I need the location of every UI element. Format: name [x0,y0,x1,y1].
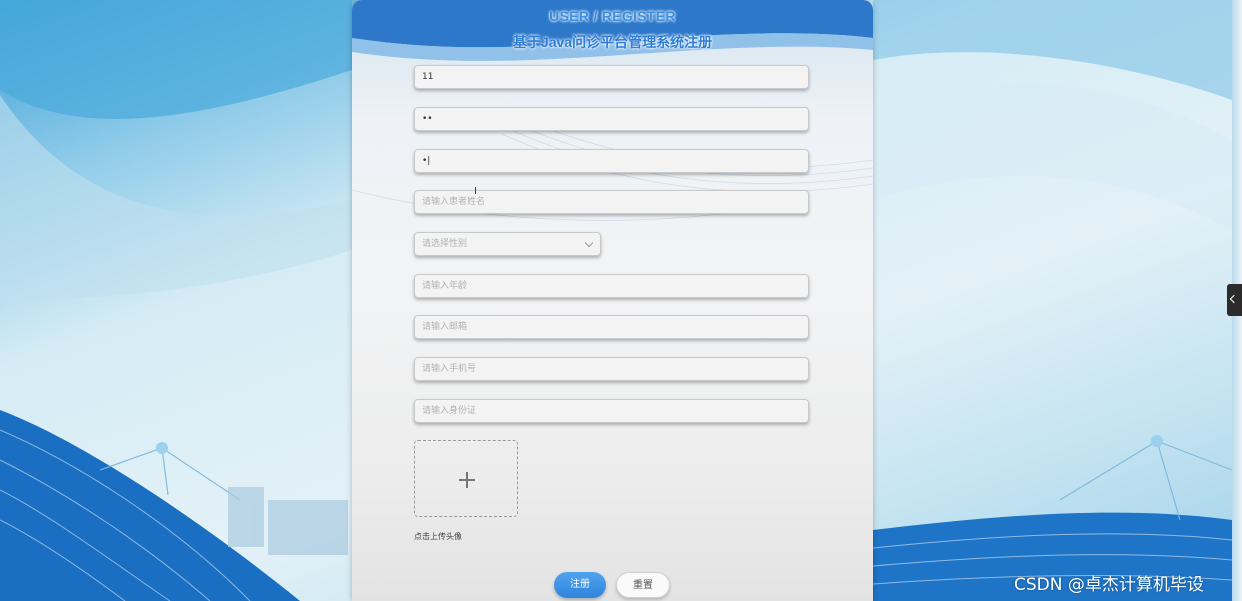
confirm-password-field[interactable]: •| [414,149,809,173]
side-collapse-tab[interactable] [1227,284,1242,316]
password-field[interactable]: •• [414,107,809,131]
gender-select[interactable]: 请选择性别 [414,232,601,256]
email-field[interactable]: 请输入邮箱 [414,315,809,339]
reset-button[interactable]: 重置 [616,572,670,598]
avatar-upload-hint: 点击上传头像 [414,532,462,541]
gender-select-placeholder: 请选择性别 [422,239,468,249]
register-panel: USER / REGISTER 基于Java问诊平台管理系统注册 11 •• •… [352,0,873,601]
id-card-field[interactable]: 请输入身份证 [414,399,809,423]
avatar-upload[interactable] [414,440,518,517]
register-button[interactable]: 注册 [554,572,606,598]
phone-field[interactable]: 请输入手机号 [414,357,809,381]
plus-icon-vertical [466,472,468,488]
watermark: CSDN @卓杰计算机毕设 [1014,575,1204,595]
username-field[interactable]: 11 [414,65,809,89]
age-field[interactable]: 请输入年龄 [414,274,809,298]
page-title: 基于Java问诊平台管理系统注册 [512,34,713,50]
chevron-down-icon [584,238,594,248]
page-title-en: USER / REGISTER [549,8,676,24]
chevron-left-icon [1229,294,1239,304]
text-cursor-icon: I [474,186,477,197]
